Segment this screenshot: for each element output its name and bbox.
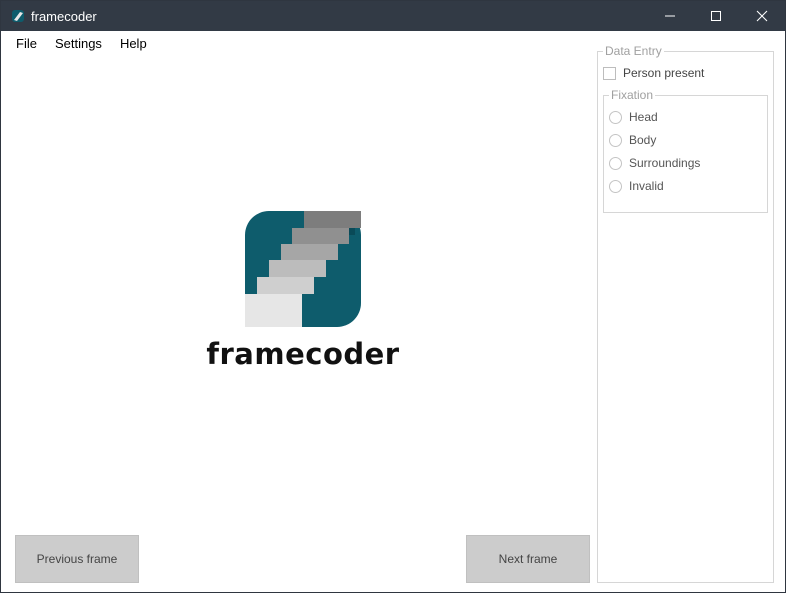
app-window: framecoder File Settings Help framecoder… [0,0,786,593]
logo-text: framecoder [206,337,400,371]
radio-label: Head [629,110,658,124]
radio-button[interactable] [609,110,622,124]
title-bar: framecoder [1,1,785,31]
minimize-button[interactable] [647,1,693,31]
previous-frame-button[interactable]: Previous frame [15,535,139,583]
radio-button[interactable] [609,179,622,193]
menu-bar: File Settings Help [1,32,156,54]
radio-surroundings[interactable]: Surroundings [609,156,700,170]
radio-label: Surroundings [629,156,701,170]
person-present-checkbox[interactable]: Person present [603,66,704,80]
radio-button[interactable] [609,133,622,147]
menu-file[interactable]: File [1,32,46,54]
maximize-icon [711,11,721,21]
app-icon [12,10,24,22]
maximize-button[interactable] [693,1,739,31]
radio-body[interactable]: Body [609,133,656,147]
menu-help[interactable]: Help [111,32,156,54]
radio-label: Invalid [629,179,664,193]
framecoder-logo-icon [245,211,361,327]
next-frame-button[interactable]: Next frame [466,535,590,583]
person-present-label: Person present [623,66,705,80]
close-button[interactable] [739,1,785,31]
radio-head[interactable]: Head [609,110,658,124]
fixation-title: Fixation [609,88,656,102]
minimize-icon [665,15,675,17]
radio-button[interactable] [609,156,622,170]
window-title: framecoder [31,9,97,24]
radio-label: Body [629,133,657,147]
checkbox-box[interactable] [603,66,616,80]
close-icon [756,10,768,22]
data-entry-panel: Data Entry Person present Fixation Head … [597,44,774,583]
data-entry-title: Data Entry [603,44,664,58]
menu-settings[interactable]: Settings [46,32,111,54]
radio-invalid[interactable]: Invalid [609,179,664,193]
